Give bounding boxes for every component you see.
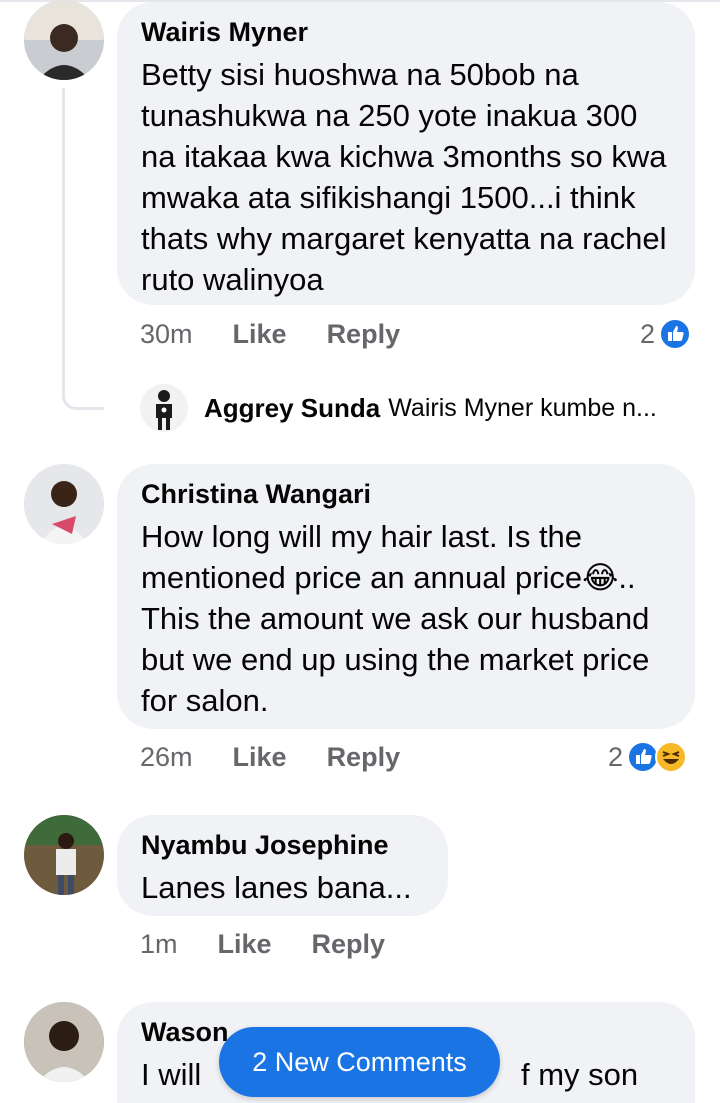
haha-icon	[655, 741, 688, 773]
reply-preview[interactable]: Aggrey Sunda Wairis Myner kumbe n...	[140, 382, 657, 434]
comment-text: Lanes lanes bana...	[141, 870, 412, 905]
reply-button[interactable]: Reply	[312, 929, 386, 960]
comment-time[interactable]: 1m	[140, 929, 178, 960]
comment-actions: 26m Like Reply	[140, 737, 440, 777]
comment-author[interactable]: Christina Wangari	[141, 478, 671, 510]
reaction-count: 2	[608, 741, 624, 772]
comment-actions: 30m Like Reply	[140, 314, 440, 354]
comment-author[interactable]: Wairis Myner	[141, 16, 671, 48]
comment-text: Betty sisi huoshwa na 50bob na tunashukw…	[141, 57, 667, 297]
reaction-summary[interactable]: 2	[640, 314, 692, 354]
reply-thread-line	[62, 88, 104, 410]
comment-time[interactable]: 30m	[140, 319, 193, 350]
comment-text-end: f my son	[521, 1057, 639, 1092]
comment-text-start: I will	[141, 1057, 202, 1092]
reply-avatar[interactable]	[140, 384, 188, 432]
reply-snippet: Wairis Myner kumbe n...	[388, 393, 657, 422]
comment-bubble[interactable]: Nyambu Josephine Lanes lanes bana...	[117, 815, 448, 916]
avatar[interactable]	[24, 0, 104, 80]
avatar[interactable]	[24, 815, 104, 895]
comment-bubble[interactable]: Wairis Myner Betty sisi huoshwa na 50bob…	[117, 2, 695, 305]
reaction-count: 2	[640, 318, 656, 349]
comment-author[interactable]: Nyambu Josephine	[141, 829, 424, 861]
reply-button[interactable]: Reply	[327, 319, 401, 350]
like-button[interactable]: Like	[233, 319, 287, 350]
comment-text: How long will my hair last. Is the menti…	[141, 519, 650, 718]
like-button[interactable]: Like	[218, 929, 272, 960]
reaction-summary[interactable]: 2	[608, 737, 688, 777]
reply-author[interactable]: Aggrey Sunda	[204, 393, 380, 424]
like-button[interactable]: Like	[233, 742, 287, 773]
avatar[interactable]	[24, 1002, 104, 1082]
reply-button[interactable]: Reply	[327, 742, 401, 773]
comment-time[interactable]: 26m	[140, 742, 193, 773]
like-icon	[659, 318, 692, 350]
comment-actions: 1m Like Reply	[140, 924, 425, 964]
new-comments-button[interactable]: 2 New Comments	[219, 1027, 500, 1097]
comment-bubble[interactable]: Christina Wangari How long will my hair …	[117, 464, 695, 729]
avatar[interactable]	[24, 464, 104, 544]
